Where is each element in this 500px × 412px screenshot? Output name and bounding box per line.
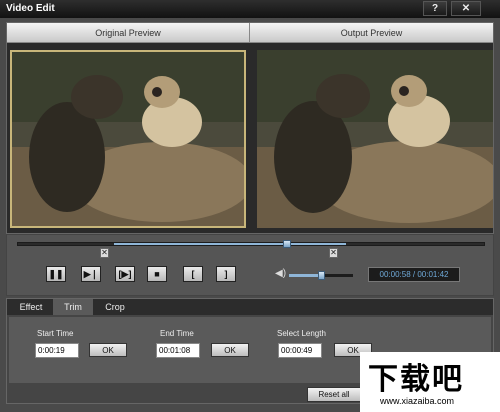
original-video-frame[interactable] xyxy=(10,50,246,228)
start-time-field[interactable] xyxy=(35,343,79,358)
end-time-label: End Time xyxy=(160,329,194,338)
volume-thumb[interactable] xyxy=(318,271,325,280)
output-preview-header: Output Preview xyxy=(250,23,493,43)
trim-end-marker[interactable]: ✕ xyxy=(329,248,338,258)
seek-thumb[interactable] xyxy=(283,240,291,248)
watermark-logo: 下载吧 www.xiazaiba.com xyxy=(360,352,500,412)
video-edit-window: Video Edit ? ✕ Original Preview Output P… xyxy=(0,0,500,412)
mark-out-button[interactable]: ] xyxy=(216,266,236,282)
speaker-icon[interactable]: ◀) xyxy=(275,268,286,279)
end-time-field[interactable] xyxy=(156,343,200,358)
tab-trim[interactable]: Trim xyxy=(53,299,93,315)
stop-button[interactable]: ■ xyxy=(147,266,167,282)
timeline-panel: ✕ ✕ ❚❚ ▶❘ [▶] ■ [ ] ◀) 00:00:58 / 00:01:… xyxy=(6,234,494,296)
tab-effect[interactable]: Effect xyxy=(11,299,51,315)
volume-slider[interactable] xyxy=(289,271,353,280)
trim-start-marker[interactable]: ✕ xyxy=(100,248,109,258)
tab-bar: Effect Trim Crop xyxy=(7,299,493,315)
reset-all-button[interactable]: Reset all xyxy=(307,387,361,402)
select-length-label: Select Length xyxy=(277,329,326,338)
trim-selection xyxy=(114,243,346,245)
seek-track[interactable] xyxy=(17,240,485,248)
output-video-frame xyxy=(257,50,493,228)
preview-panel: Original Preview Output Preview xyxy=(6,22,494,234)
original-preview-header: Original Preview xyxy=(7,23,250,43)
help-button[interactable]: ? xyxy=(423,1,447,16)
mark-in-button[interactable]: [ xyxy=(183,266,203,282)
volume-fill xyxy=(289,274,318,277)
pause-button[interactable]: ❚❚ xyxy=(46,266,66,282)
play-frame-button[interactable]: [▶] xyxy=(115,266,135,282)
next-frame-button[interactable]: ▶❘ xyxy=(81,266,101,282)
tab-crop[interactable]: Crop xyxy=(95,299,135,315)
start-time-label: Start Time xyxy=(37,329,74,338)
close-button[interactable]: ✕ xyxy=(451,1,481,16)
window-title: Video Edit xyxy=(6,3,55,14)
select-length-field[interactable] xyxy=(278,343,322,358)
watermark-url: www.xiazaiba.com xyxy=(380,396,455,406)
timecode-display: 00:00:58 / 00:01:42 xyxy=(368,267,460,282)
end-time-ok-button[interactable]: OK xyxy=(211,343,249,357)
watermark-text: 下载吧 xyxy=(368,362,464,397)
start-time-ok-button[interactable]: OK xyxy=(89,343,127,357)
title-bar: Video Edit ? ✕ xyxy=(0,0,500,18)
